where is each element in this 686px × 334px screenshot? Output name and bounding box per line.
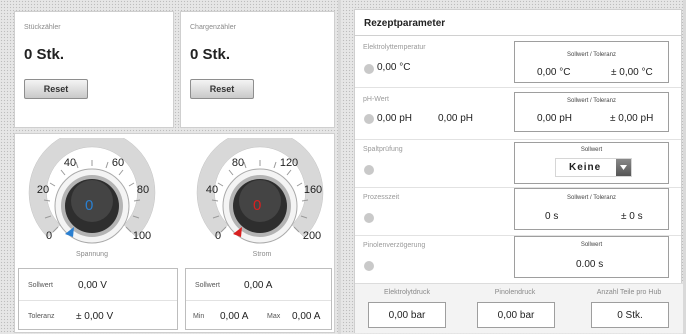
current-gauge-tick: 0 bbox=[214, 230, 222, 242]
piece-counter-value: 0 Stk. bbox=[24, 46, 65, 63]
setpoint-value: 0,00 pH bbox=[537, 113, 573, 124]
recipe-row-quill-delay: Pinolenverzögerung Sollwert 0.00 s bbox=[355, 236, 683, 282]
setpoint-box: Sollwert Keine bbox=[514, 142, 669, 184]
current-max-label: Max bbox=[267, 313, 281, 320]
current-gauge-tick: 160 bbox=[303, 184, 323, 196]
setpoint-value: 0 s bbox=[545, 211, 559, 222]
divider bbox=[19, 300, 177, 301]
batch-counter-value: 0 Stk. bbox=[190, 46, 231, 63]
quill-pressure-label: Pinolendruck bbox=[494, 289, 536, 296]
recipe-row-process-time: Prozesszeit Sollwert / Toleranz 0 s ± 0 … bbox=[355, 188, 683, 234]
voltage-tolerance-label: Toleranz bbox=[28, 313, 55, 320]
actual-value: 0,00 pH bbox=[377, 113, 413, 124]
gauge-panel: 0 0 20 40 60 80 100 Spannung 0 0 40 80 1… bbox=[14, 133, 335, 333]
quill-pressure-box[interactable]: 0,00 bar bbox=[477, 302, 555, 328]
recipe-panel-title: Rezeptparameter bbox=[364, 18, 446, 29]
row-label: Spaltprüfung bbox=[363, 146, 403, 153]
voltage-tolerance-value: ± 0,00 V bbox=[76, 311, 114, 322]
row-label: Prozesszeit bbox=[363, 194, 400, 201]
voltage-values-box: Sollwert 0,00 V Toleranz ± 0,00 V bbox=[18, 268, 178, 330]
setpoint-value: 0.00 s bbox=[576, 259, 604, 270]
current-min-value: 0,00 A bbox=[220, 311, 249, 322]
current-gauge-tick: 120 bbox=[279, 157, 299, 169]
recipe-row-electrolyte-temperature: Elektrolyttemperatur 0,00 °C Sollwert / … bbox=[355, 36, 683, 86]
batch-counter-label: Chargenzähler bbox=[190, 24, 236, 31]
voltage-gauge-tick: 40 bbox=[63, 157, 77, 169]
tolerance-value: ± 0 s bbox=[621, 211, 643, 222]
current-gauge-tick: 80 bbox=[231, 157, 245, 169]
dropdown-arrow-icon[interactable] bbox=[616, 159, 631, 176]
piece-counter-reset-button[interactable]: Reset bbox=[24, 79, 88, 99]
current-gauge-tick: 40 bbox=[205, 184, 219, 196]
current-setpoint-value: 0,00 A bbox=[244, 280, 273, 291]
setpoint-box[interactable]: Sollwert / Toleranz 0,00 °C ± 0,00 °C bbox=[514, 41, 669, 83]
current-max-value: 0,00 A bbox=[292, 311, 321, 322]
recipe-bottom-row: Elektrolytdruck 0,00 bar Pinolendruck 0,… bbox=[355, 283, 683, 333]
setpoint-box[interactable]: Sollwert 0.00 s bbox=[514, 236, 669, 278]
parts-per-stroke-label: Anzahl Teile pro Hub bbox=[596, 289, 662, 296]
setpoint-caption: Sollwert / Toleranz bbox=[567, 195, 616, 201]
recipe-row-gap-check: Spaltprüfung Sollwert Keine bbox=[355, 140, 683, 186]
setpoint-caption: Sollwert bbox=[580, 242, 603, 248]
current-min-label: Min bbox=[193, 313, 205, 320]
voltage-gauge-tick: 20 bbox=[36, 184, 50, 196]
parts-per-stroke-box[interactable]: 0 Stk. bbox=[591, 302, 669, 328]
setpoint-caption: Sollwert bbox=[580, 147, 603, 153]
tolerance-value: ± 0,00 °C bbox=[611, 67, 653, 78]
piece-counter-label: Stückzähler bbox=[24, 24, 61, 31]
recipe-panel: Rezeptparameter Elektrolyttemperatur 0,0… bbox=[354, 9, 683, 333]
hmi-screen: { "counters": [ {"label": "Stückzähler",… bbox=[0, 0, 686, 334]
setpoint-value: 0,00 °C bbox=[537, 67, 571, 78]
setpoint-caption: Sollwert / Toleranz bbox=[567, 52, 616, 58]
row-label: Pinolenverzögerung bbox=[363, 242, 426, 249]
actual-value-2: 0,00 pH bbox=[438, 113, 474, 124]
batch-counter-reset-button[interactable]: Reset bbox=[190, 79, 254, 99]
voltage-gauge-tick: 60 bbox=[111, 157, 125, 169]
batch-counter-panel: Chargenzähler 0 Stk. Reset bbox=[180, 11, 335, 128]
current-values-box: Sollwert 0,00 A Min 0,00 A Max 0,00 A bbox=[185, 268, 332, 330]
electrolyte-pressure-label: Elektrolytdruck bbox=[384, 289, 430, 296]
status-indicator-icon bbox=[364, 114, 374, 124]
row-label: Elektrolyttemperatur bbox=[363, 44, 426, 51]
voltage-setpoint-label: Sollwert bbox=[28, 282, 53, 289]
gap-check-select[interactable]: Keine bbox=[555, 158, 632, 177]
electrolyte-pressure-box[interactable]: 0,00 bar bbox=[368, 302, 446, 328]
voltage-gauge-caption: Spannung bbox=[76, 251, 108, 258]
status-indicator-icon bbox=[364, 261, 374, 271]
quill-pressure-value: 0,00 bar bbox=[497, 310, 535, 321]
divider bbox=[186, 300, 331, 301]
voltage-gauge-tick: 0 bbox=[45, 230, 53, 242]
piece-counter-panel: Stückzähler 0 Stk. Reset bbox=[14, 11, 174, 128]
voltage-gauge-tick: 100 bbox=[132, 230, 152, 242]
recipe-row-ph-value: pH-Wert 0,00 pH 0,00 pH Sollwert / Toler… bbox=[355, 88, 683, 138]
setpoint-box[interactable]: Sollwert / Toleranz 0,00 pH ± 0,00 pH bbox=[514, 92, 669, 132]
status-indicator-icon bbox=[364, 165, 374, 175]
setpoint-box[interactable]: Sollwert / Toleranz 0 s ± 0 s bbox=[514, 188, 669, 230]
voltage-setpoint-value: 0,00 V bbox=[78, 280, 107, 291]
separator bbox=[338, 0, 341, 334]
current-setpoint-label: Sollwert bbox=[195, 282, 220, 289]
parts-per-stroke-value: 0 Stk. bbox=[617, 310, 643, 321]
current-gauge-caption: Strom bbox=[252, 251, 272, 258]
status-indicator-icon bbox=[364, 213, 374, 223]
voltage-gauge-tick: 80 bbox=[136, 184, 150, 196]
setpoint-caption: Sollwert / Toleranz bbox=[567, 98, 616, 104]
current-gauge-value: 0 bbox=[253, 197, 262, 214]
row-label: pH-Wert bbox=[363, 96, 389, 103]
status-indicator-icon bbox=[364, 64, 374, 74]
actual-value: 0,00 °C bbox=[377, 62, 411, 73]
gap-check-select-value: Keine bbox=[569, 162, 602, 173]
tolerance-value: ± 0,00 pH bbox=[610, 113, 654, 124]
current-gauge-tick: 200 bbox=[302, 230, 322, 242]
voltage-gauge-value: 0 bbox=[85, 197, 94, 214]
electrolyte-pressure-value: 0,00 bar bbox=[388, 310, 426, 321]
